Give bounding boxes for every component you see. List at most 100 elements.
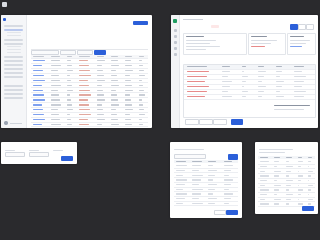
table-cell: [187, 81, 205, 83]
table-row[interactable]: [174, 202, 238, 207]
column-header[interactable]: [224, 160, 232, 163]
table-cell: [298, 184, 299, 186]
sidebar-item[interactable]: [4, 93, 23, 95]
action-button[interactable]: [298, 24, 306, 30]
column-header[interactable]: [51, 55, 60, 58]
sidebar-subitem[interactable]: [7, 35, 21, 37]
confirm-button[interactable]: [61, 155, 73, 161]
sidebar-item[interactable]: [4, 25, 23, 27]
nav-rail: [171, 15, 180, 128]
table-cell: [51, 123, 61, 126]
confirm-button[interactable]: [226, 209, 238, 215]
table-cell: [276, 96, 284, 98]
column-header[interactable]: [242, 66, 246, 68]
sidebar-subitem[interactable]: [7, 49, 21, 51]
cancel-button[interactable]: [214, 209, 226, 215]
table-cell: [208, 165, 213, 167]
table-cell: [139, 118, 142, 121]
table-cell: [294, 96, 304, 98]
table-cell: [298, 203, 303, 205]
footer-button[interactable]: [213, 119, 227, 125]
sidebar-subitem[interactable]: [7, 46, 21, 48]
table-cell: [208, 183, 217, 186]
sidebar-item[interactable]: [4, 72, 23, 74]
table-row[interactable]: [184, 85, 315, 90]
dialog-subtitle: [259, 152, 285, 154]
table-cell: [308, 189, 311, 191]
column-header[interactable]: [125, 55, 132, 58]
sidebar-item[interactable]: [4, 76, 23, 78]
sidebar-item[interactable]: [4, 60, 23, 62]
table-row[interactable]: [184, 70, 315, 75]
footer-button[interactable]: [185, 119, 199, 125]
save-button[interactable]: [231, 119, 243, 125]
table-row[interactable]: [184, 90, 315, 95]
add-button[interactable]: [228, 154, 238, 160]
sidebar-item-active[interactable]: [4, 29, 23, 31]
table-row[interactable]: [31, 127, 148, 128]
column-header[interactable]: [294, 66, 304, 68]
column-header[interactable]: [258, 66, 264, 68]
table-cell: [97, 89, 103, 91]
table-cell: [308, 194, 309, 196]
footer-button[interactable]: [199, 119, 213, 125]
form-input[interactable]: [29, 152, 49, 157]
column-header[interactable]: [192, 160, 202, 163]
column-header[interactable]: [274, 156, 280, 159]
table-cell: [274, 179, 277, 182]
sidebar-item[interactable]: [4, 64, 23, 66]
table-cell: [274, 198, 281, 201]
column-header[interactable]: [187, 66, 207, 68]
primary-action-button[interactable]: [290, 24, 298, 30]
sidebar-subitem[interactable]: [7, 52, 21, 54]
table-row[interactable]: [184, 75, 315, 80]
column-header[interactable]: [79, 55, 90, 58]
column-header[interactable]: [139, 55, 144, 58]
column-header[interactable]: [208, 160, 216, 163]
field-line: [186, 46, 220, 48]
column-header[interactable]: [308, 156, 312, 159]
table-cell: [79, 94, 91, 96]
breadcrumb[interactable]: [183, 19, 203, 21]
table-cell: [67, 84, 72, 86]
table-cell: [258, 96, 262, 98]
table-cell: [224, 193, 233, 195]
sidebar-item[interactable]: [4, 56, 23, 58]
sidebar-item[interactable]: [4, 97, 23, 99]
sidebar-item[interactable]: [4, 68, 23, 70]
column-header[interactable]: [260, 156, 268, 159]
link-text[interactable]: [290, 46, 302, 48]
sidebar-item[interactable]: [4, 89, 23, 91]
search-input[interactable]: [174, 154, 206, 159]
column-header[interactable]: [176, 160, 186, 163]
column-header[interactable]: [222, 66, 230, 68]
avatar[interactable]: [4, 121, 8, 125]
column-header[interactable]: [33, 55, 44, 58]
nav-icon[interactable]: [173, 47, 177, 50]
table-row[interactable]: [184, 80, 315, 85]
column-header[interactable]: [298, 156, 302, 159]
column-header[interactable]: [276, 66, 282, 68]
table-cell: [208, 174, 215, 176]
sidebar-item[interactable]: [4, 85, 23, 87]
column-header[interactable]: [111, 55, 118, 58]
nav-icon[interactable]: [173, 41, 177, 44]
column-header[interactable]: [67, 55, 72, 58]
column-header[interactable]: [286, 156, 292, 159]
sidebar-item[interactable]: [4, 43, 23, 45]
primary-action-button[interactable]: [133, 21, 148, 25]
column-header[interactable]: [97, 55, 104, 58]
form-input[interactable]: [5, 152, 25, 157]
nav-icon[interactable]: [173, 53, 177, 56]
app-icon[interactable]: [2, 2, 7, 7]
nav-icon[interactable]: [173, 29, 177, 32]
table-cell: [111, 69, 116, 72]
nav-icon[interactable]: [173, 35, 177, 38]
table-cell: [33, 109, 43, 111]
more-button[interactable]: [306, 24, 314, 30]
sidebar-subitem[interactable]: [7, 32, 21, 34]
sidebar-item[interactable]: [4, 39, 23, 41]
table-cell: [111, 99, 118, 101]
confirm-button[interactable]: [302, 205, 314, 211]
table-row[interactable]: [184, 95, 315, 100]
